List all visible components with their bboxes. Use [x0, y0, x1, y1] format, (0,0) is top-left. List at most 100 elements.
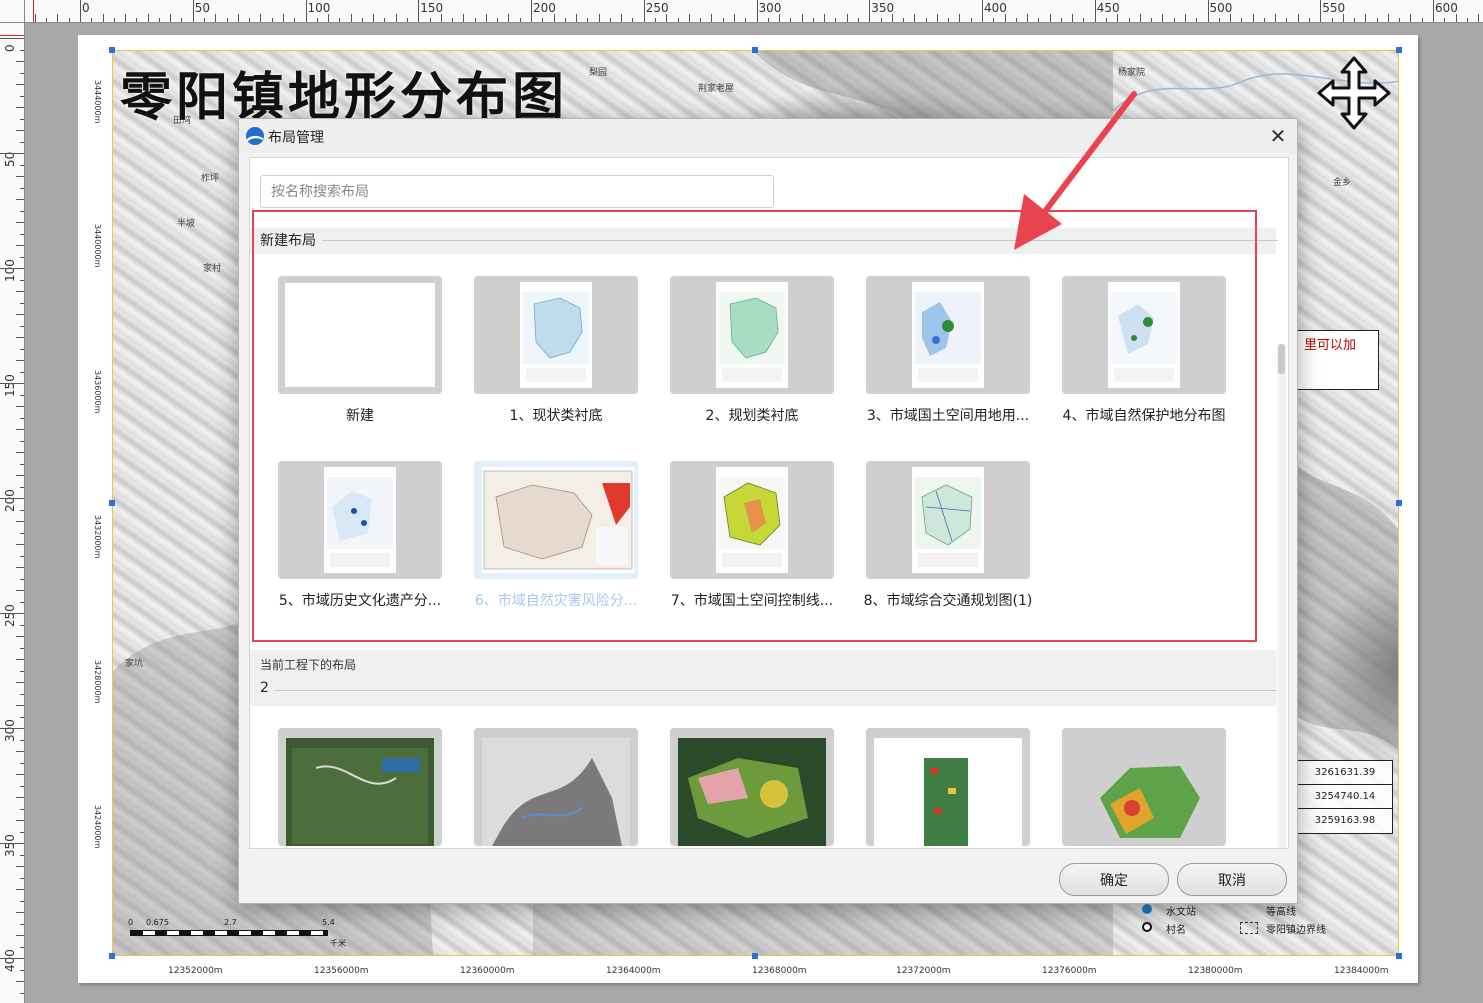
ruler-tick [970, 18, 972, 22]
ruler-tick [20, 325, 24, 327]
scale-unit: 千米 [330, 939, 346, 948]
y-coord: 3424000m [93, 805, 102, 849]
place-label: 家村 [203, 264, 222, 274]
layout-tile[interactable] [866, 276, 1030, 394]
ruler-tick [1286, 18, 1288, 22]
map-legend[interactable]: 水文站 村名 等高线 零阳镇边界线 [1140, 902, 1370, 942]
ruler-tick [745, 18, 747, 22]
x-coord: 12352000m [168, 966, 223, 976]
ruler-tick [1376, 18, 1378, 22]
ruler-left-label: 400 [3, 949, 17, 972]
project-layout-tile[interactable] [1062, 728, 1226, 846]
layout-tile[interactable] [670, 276, 834, 394]
coordinate-table[interactable]: 3261631.39 3254740.14 3259163.98 [1297, 760, 1393, 834]
ruler-tick [20, 532, 24, 534]
ruler-tick [16, 429, 24, 430]
project-layout-tile[interactable] [474, 728, 638, 846]
ruler-tick [1094, 0, 1096, 22]
project-layout-tile[interactable] [670, 728, 834, 846]
layout-tile-new[interactable] [278, 276, 442, 394]
ruler-top-label: 200 [533, 1, 556, 15]
ruler-tick [125, 14, 127, 22]
ruler-tick [1320, 0, 1322, 22]
section-header-current [250, 650, 1276, 706]
ruler-tick [16, 682, 24, 683]
place-label: 半坡 [177, 219, 196, 229]
ruler-tick [91, 18, 93, 22]
ruler-tick [531, 0, 532, 22]
close-button[interactable]: ✕ [1265, 123, 1291, 149]
ruler-tick [576, 14, 578, 22]
thumbnail-satellite-town [286, 738, 434, 846]
ruler-tick [20, 256, 24, 258]
resize-handle[interactable] [109, 47, 115, 53]
ruler-tick [20, 716, 24, 718]
ruler-left-label: 350 [3, 834, 17, 857]
ruler-cursor-mark-v [0, 35, 24, 36]
scale-tick: 2.7 [224, 918, 237, 927]
ruler-tick [20, 739, 24, 741]
search-input[interactable] [260, 175, 774, 208]
dialog-titlebar[interactable]: 布局管理 ✕ [239, 119, 1297, 153]
resize-handle[interactable] [752, 47, 758, 53]
scale-bar[interactable]: 0 0.675 2.7 5.4 千米 [128, 918, 348, 948]
ruler-tick [993, 18, 995, 22]
ruler-tick [16, 84, 24, 85]
ruler-tick [20, 601, 24, 603]
ruler-top: 0 50 100 150 200 250 300 350 400 450 500 550 600 [0, 0, 1483, 23]
resize-handle[interactable] [1396, 953, 1402, 959]
section-header-new [250, 228, 1276, 254]
ruler-tick [1162, 14, 1164, 22]
thumbnail-landuse-map [912, 282, 984, 388]
ruler-tick [587, 18, 589, 22]
move-arrows-icon[interactable] [1316, 55, 1392, 131]
layout-tile[interactable] [670, 461, 834, 579]
x-coord: 12372000m [896, 966, 951, 976]
ruler-tick [20, 624, 24, 626]
project-layout-tile[interactable] [278, 728, 442, 846]
ruler-tick [959, 14, 961, 22]
ruler-tick [16, 636, 24, 637]
layout-tile[interactable] [866, 461, 1030, 579]
ruler-left-label: 50 [3, 151, 17, 167]
resize-handle[interactable] [109, 953, 115, 959]
thumbnail-heritage-map [324, 467, 396, 573]
ruler-tick [1072, 14, 1074, 22]
layout-tile[interactable] [1062, 276, 1226, 394]
ruler-left-label: 150 [3, 374, 17, 397]
vertical-scrollbar[interactable] [1277, 344, 1286, 848]
resize-handle[interactable] [752, 953, 758, 959]
village-icon [1142, 922, 1152, 932]
scrollbar-thumb[interactable] [1278, 344, 1285, 374]
tile-label: 2、规划类衬底 [705, 408, 799, 424]
map-note-textbox[interactable]: 里可以加 [1297, 330, 1379, 390]
resize-handle[interactable] [109, 500, 115, 506]
x-coord: 12376000m [1042, 966, 1097, 976]
project-layout-tile[interactable] [866, 728, 1030, 846]
ruler-tick [20, 785, 24, 787]
ruler-tick [903, 18, 905, 22]
thumbnail-protected-map [1108, 282, 1180, 388]
ruler-tick [16, 199, 24, 200]
ruler-tick [1218, 18, 1220, 22]
x-coord: 12364000m [606, 966, 661, 976]
ok-button[interactable]: 确定 [1059, 863, 1169, 896]
layout-tile[interactable] [278, 461, 442, 579]
layout-tile-selected[interactable] [474, 461, 638, 579]
cancel-button[interactable]: 取消 [1177, 863, 1287, 896]
ruler-tick [20, 992, 24, 994]
hydrology-station-icon [1142, 904, 1152, 914]
ruler-tick [16, 130, 24, 131]
ruler-tick [982, 0, 983, 22]
ruler-tick [1038, 18, 1040, 22]
ruler-left-label: 0 [3, 44, 17, 52]
ruler-cursor-mark [33, 0, 34, 22]
resize-handle[interactable] [1396, 47, 1402, 53]
ruler-tick [812, 18, 814, 22]
ruler-tick [1410, 14, 1412, 22]
y-coord: 3436000m [93, 370, 102, 414]
ruler-tick [1387, 14, 1389, 22]
resize-handle[interactable] [1396, 500, 1402, 506]
layout-tile[interactable] [474, 276, 638, 394]
ruler-tick [688, 14, 690, 22]
